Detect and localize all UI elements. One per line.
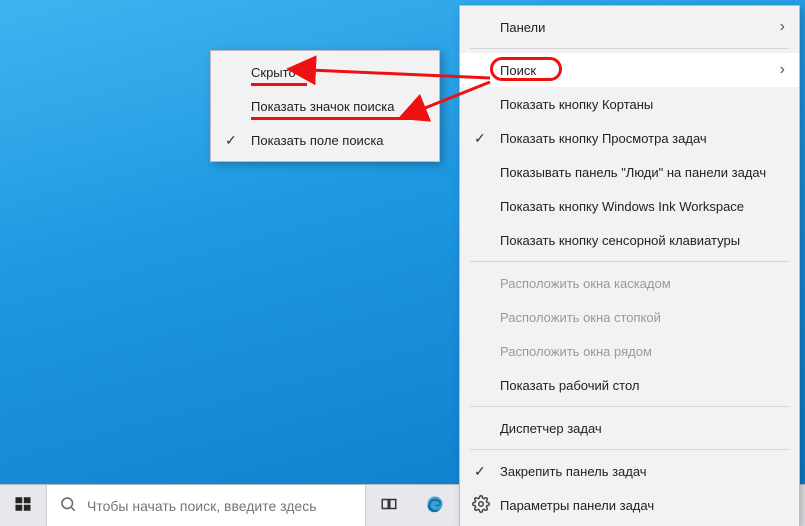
menu-item-task-manager[interactable]: Диспетчер задач: [460, 411, 799, 445]
menu-label: Закрепить панель задач: [500, 464, 647, 479]
check-icon: ✓: [474, 463, 486, 480]
menu-item-search[interactable]: Поиск: [460, 53, 799, 87]
check-icon: ✓: [474, 130, 486, 147]
submenu-item-show-icon[interactable]: Показать значок поиска: [211, 89, 439, 123]
taskbar-search-box[interactable]: [46, 485, 366, 526]
menu-label: Показать рабочий стол: [500, 378, 639, 393]
menu-item-lock-taskbar[interactable]: ✓ Закрепить панель задач: [460, 454, 799, 488]
gear-icon: [472, 495, 490, 516]
edge-icon: [426, 495, 444, 516]
menu-item-stack[interactable]: Расположить окна стопкой: [460, 300, 799, 334]
submenu-item-hidden[interactable]: Скрыто: [211, 55, 439, 89]
start-button[interactable]: [0, 485, 46, 526]
menu-separator: [470, 406, 789, 407]
menu-separator: [470, 449, 789, 450]
submenu-label: Показать поле поиска: [251, 133, 384, 148]
menu-item-taskbar-settings[interactable]: Параметры панели задач: [460, 488, 799, 522]
menu-label: Расположить окна рядом: [500, 344, 652, 359]
task-view-icon: [380, 495, 398, 516]
menu-label: Расположить окна стопкой: [500, 310, 661, 325]
menu-item-people[interactable]: Показывать панель "Люди" на панели задач: [460, 155, 799, 189]
menu-item-ink[interactable]: Показать кнопку Windows Ink Workspace: [460, 189, 799, 223]
check-icon: ✓: [225, 132, 237, 149]
submenu-label: Скрыто: [251, 65, 296, 80]
annotation-underline: [251, 83, 307, 86]
menu-label: Панели: [500, 20, 545, 35]
search-input[interactable]: [87, 498, 353, 514]
menu-item-cascade[interactable]: Расположить окна каскадом: [460, 266, 799, 300]
taskbar-context-menu: Панели Поиск Показать кнопку Кортаны ✓ П…: [459, 5, 800, 526]
search-submenu: Скрыто Показать значок поиска ✓ Показать…: [210, 50, 440, 162]
menu-item-taskview[interactable]: ✓ Показать кнопку Просмотра задач: [460, 121, 799, 155]
edge-browser-button[interactable]: [412, 485, 458, 526]
submenu-label: Показать значок поиска: [251, 99, 395, 114]
menu-item-touch-keyboard[interactable]: Показать кнопку сенсорной клавиатуры: [460, 223, 799, 257]
windows-logo-icon: [14, 495, 32, 516]
menu-item-show-desktop[interactable]: Показать рабочий стол: [460, 368, 799, 402]
menu-label: Параметры панели задач: [500, 498, 654, 513]
menu-label: Поиск: [500, 63, 536, 78]
menu-separator: [470, 48, 789, 49]
menu-label: Расположить окна каскадом: [500, 276, 671, 291]
menu-separator: [470, 261, 789, 262]
menu-label: Диспетчер задач: [500, 421, 602, 436]
menu-label: Показать кнопку сенсорной клавиатуры: [500, 233, 740, 248]
annotation-underline: [251, 117, 411, 120]
menu-item-side-by-side[interactable]: Расположить окна рядом: [460, 334, 799, 368]
task-view-button[interactable]: [366, 485, 412, 526]
menu-label: Показать кнопку Windows Ink Workspace: [500, 199, 744, 214]
submenu-item-show-box[interactable]: ✓ Показать поле поиска: [211, 123, 439, 157]
menu-item-panels[interactable]: Панели: [460, 10, 799, 44]
menu-label: Показать кнопку Кортаны: [500, 97, 653, 112]
search-icon: [59, 495, 77, 516]
menu-label: Показать кнопку Просмотра задач: [500, 131, 707, 146]
menu-item-cortana[interactable]: Показать кнопку Кортаны: [460, 87, 799, 121]
menu-label: Показывать панель "Люди" на панели задач: [500, 165, 766, 180]
